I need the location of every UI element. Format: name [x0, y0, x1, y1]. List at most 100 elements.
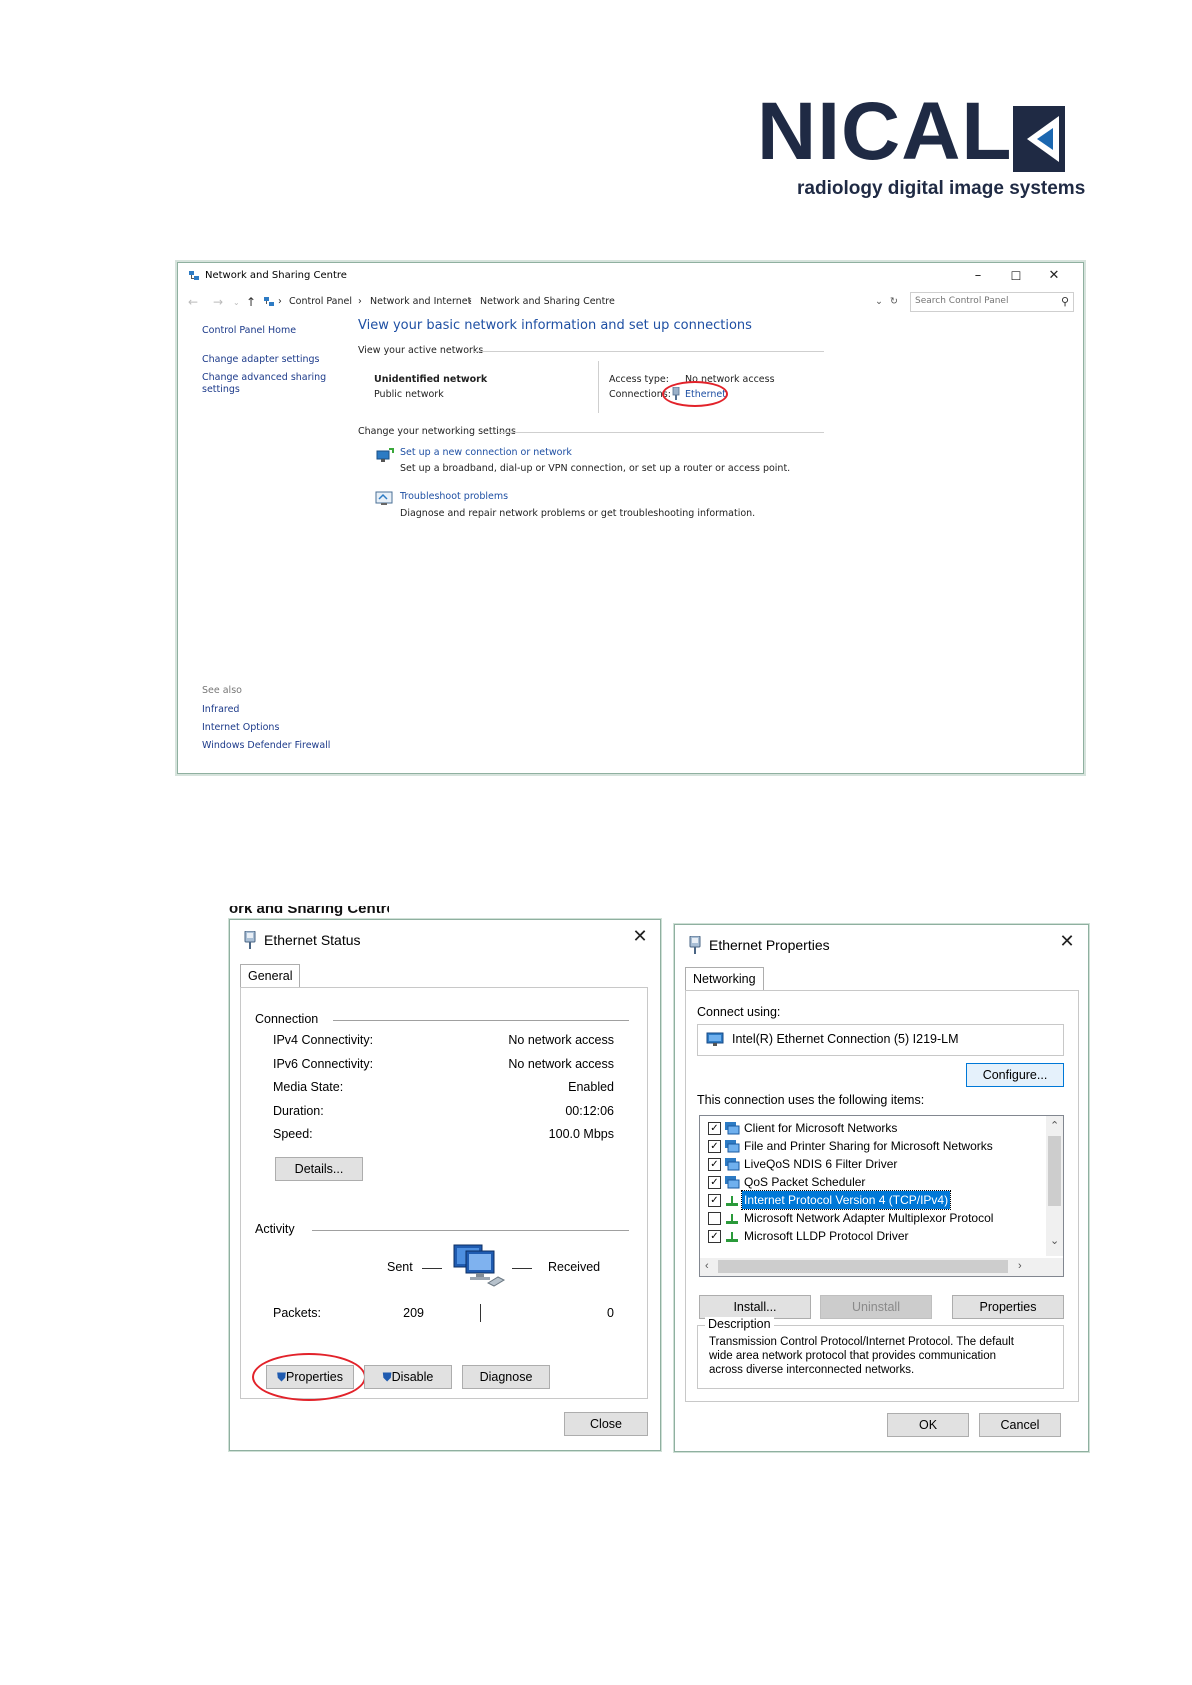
control-panel-home-link[interactable]: Control Panel Home: [202, 325, 296, 336]
scrollbar-thumb[interactable]: [1048, 1136, 1061, 1206]
scroll-up-icon[interactable]: ⌃: [1050, 1119, 1059, 1132]
access-type-label: Access type:: [609, 374, 669, 385]
search-box[interactable]: ⚲: [910, 292, 1074, 312]
dialog-title: Ethernet Properties: [709, 937, 830, 953]
breadcrumb-network-centre[interactable]: Network and Sharing Centre: [480, 296, 615, 307]
close-icon[interactable]: ✕: [1053, 931, 1081, 952]
minimize-button[interactable]: –: [960, 267, 996, 285]
change-advanced-sharing-link[interactable]: Change advanced sharing settings: [202, 372, 327, 396]
windows-firewall-link[interactable]: Windows Defender Firewall: [202, 740, 330, 751]
troubleshoot-link[interactable]: Troubleshoot problems: [400, 491, 508, 502]
horizontal-scrollbar[interactable]: ‹ ›: [700, 1258, 1063, 1276]
checkbox-checked[interactable]: ✓: [708, 1230, 721, 1243]
install-button[interactable]: Install...: [699, 1295, 811, 1319]
breadcrumb-control-panel[interactable]: Control Panel: [289, 296, 352, 307]
highlight-ellipse: [252, 1353, 366, 1401]
close-button[interactable]: ✕: [1036, 267, 1072, 285]
back-arrow-icon[interactable]: ←: [188, 295, 198, 309]
maximize-button[interactable]: ☐: [998, 267, 1034, 285]
ok-button[interactable]: OK: [887, 1413, 969, 1437]
duration-value: 00:12:06: [565, 1104, 614, 1118]
duration-label: Duration:: [273, 1104, 324, 1118]
list-item[interactable]: ✓ QoS Packet Scheduler: [708, 1173, 1028, 1191]
item-label: File and Printer Sharing for Microsoft N…: [744, 1139, 993, 1153]
checkbox-checked[interactable]: ✓: [708, 1176, 721, 1189]
page-heading: View your basic network information and …: [358, 318, 752, 333]
checkbox-unchecked[interactable]: [708, 1212, 721, 1225]
item-properties-button[interactable]: Properties: [952, 1295, 1064, 1319]
change-settings-label: Change your networking settings: [358, 426, 516, 437]
window-title: Network and Sharing Centre: [205, 270, 347, 281]
network-sharing-centre-window: Network and Sharing Centre – ☐ ✕ ← → ⌄ ↑…: [177, 262, 1084, 774]
close-dialog-button[interactable]: Close: [564, 1412, 648, 1436]
uac-shield-icon: ⛊: [382, 1370, 392, 1384]
close-icon[interactable]: ✕: [626, 926, 654, 947]
sent-line: [422, 1268, 442, 1269]
new-connection-icon: [376, 448, 394, 462]
disable-button[interactable]: ⛊Disable: [364, 1365, 452, 1389]
change-adapter-settings-link[interactable]: Change adapter settings: [202, 354, 319, 365]
forward-arrow-icon[interactable]: →: [213, 295, 223, 309]
recent-dropdown-icon[interactable]: ⌄: [233, 298, 240, 307]
received-label: Received: [548, 1260, 601, 1274]
tab-general[interactable]: General: [240, 964, 301, 987]
scroll-down-icon[interactable]: ⌄: [1050, 1234, 1059, 1247]
search-icon[interactable]: ⚲: [1061, 295, 1069, 308]
breadcrumb-separator: ›: [358, 296, 362, 307]
scroll-right-icon[interactable]: ›: [1018, 1260, 1022, 1272]
background-window-fragment: ork and Sharing Centre: [229, 906, 389, 919]
active-networks-label: View your active networks: [358, 345, 484, 356]
checkbox-checked[interactable]: ✓: [708, 1122, 721, 1135]
infrared-link[interactable]: Infrared: [202, 704, 239, 715]
tab-networking[interactable]: Networking: [685, 967, 764, 990]
media-state-value: Enabled: [568, 1080, 614, 1094]
section-divider: [474, 351, 824, 352]
received-line: [512, 1268, 532, 1269]
list-item[interactable]: ✓ Client for Microsoft Networks: [708, 1119, 1028, 1137]
address-dropdown-icon[interactable]: ⌄: [875, 296, 883, 307]
background-title-fragment: ork and Sharing Centre: [229, 906, 389, 917]
scroll-left-icon[interactable]: ‹: [705, 1260, 709, 1272]
network-computers-icon: [453, 1244, 506, 1287]
logo-wordmark: NICAL: [757, 86, 1013, 177]
checkbox-checked[interactable]: ✓: [708, 1140, 721, 1153]
group-divider: [312, 1230, 629, 1231]
ethernet-plug-icon: [244, 931, 256, 949]
item-label: Microsoft Network Adapter Multiplexor Pr…: [744, 1211, 994, 1225]
details-button[interactable]: Details...: [275, 1157, 363, 1181]
search-input[interactable]: [911, 293, 1045, 309]
configure-button[interactable]: Configure...: [966, 1063, 1064, 1087]
list-item[interactable]: ✓ LiveQoS NDIS 6 Filter Driver: [708, 1155, 1028, 1173]
filter-driver-icon: [725, 1158, 740, 1171]
up-arrow-icon[interactable]: ↑: [246, 295, 256, 309]
item-label: Microsoft LLDP Protocol Driver: [744, 1229, 909, 1243]
diagnose-button[interactable]: Diagnose: [462, 1365, 550, 1389]
checkbox-checked[interactable]: ✓: [708, 1158, 721, 1171]
connect-using-label: Connect using:: [697, 1005, 781, 1019]
list-item[interactable]: ✓ Microsoft LLDP Protocol Driver: [708, 1227, 1028, 1245]
vertical-divider: [598, 361, 599, 413]
vertical-scrollbar[interactable]: ⌃ ⌄: [1046, 1116, 1063, 1256]
internet-options-link[interactable]: Internet Options: [202, 722, 279, 733]
protocol-icon: [726, 1214, 738, 1224]
network-type: Public network: [374, 389, 444, 400]
list-item-selected[interactable]: ✓ Internet Protocol Version 4 (TCP/IPv4): [708, 1190, 1028, 1210]
logo-arrow-mark: [1013, 106, 1065, 172]
scrollbar-thumb[interactable]: [718, 1260, 1008, 1273]
item-label: QoS Packet Scheduler: [744, 1175, 866, 1189]
dialog-title: Ethernet Status: [264, 932, 361, 948]
network-centre-icon: [189, 271, 199, 280]
cancel-button[interactable]: Cancel: [979, 1413, 1061, 1437]
packets-divider: [480, 1304, 481, 1322]
list-item[interactable]: Microsoft Network Adapter Multiplexor Pr…: [708, 1209, 1028, 1227]
components-list[interactable]: ✓ Client for Microsoft Networks ✓ File a…: [699, 1115, 1064, 1277]
uninstall-button: Uninstall: [820, 1295, 932, 1319]
breadcrumb-network-internet[interactable]: Network and Internet: [370, 296, 471, 307]
section-divider: [498, 432, 824, 433]
see-also-label: See also: [202, 685, 242, 696]
checkbox-checked[interactable]: ✓: [708, 1194, 721, 1207]
setup-connection-link[interactable]: Set up a new connection or network: [400, 447, 572, 458]
list-item[interactable]: ✓ File and Printer Sharing for Microsoft…: [708, 1137, 1028, 1155]
refresh-icon[interactable]: ↻: [890, 296, 898, 307]
protocol-icon: [726, 1232, 738, 1242]
